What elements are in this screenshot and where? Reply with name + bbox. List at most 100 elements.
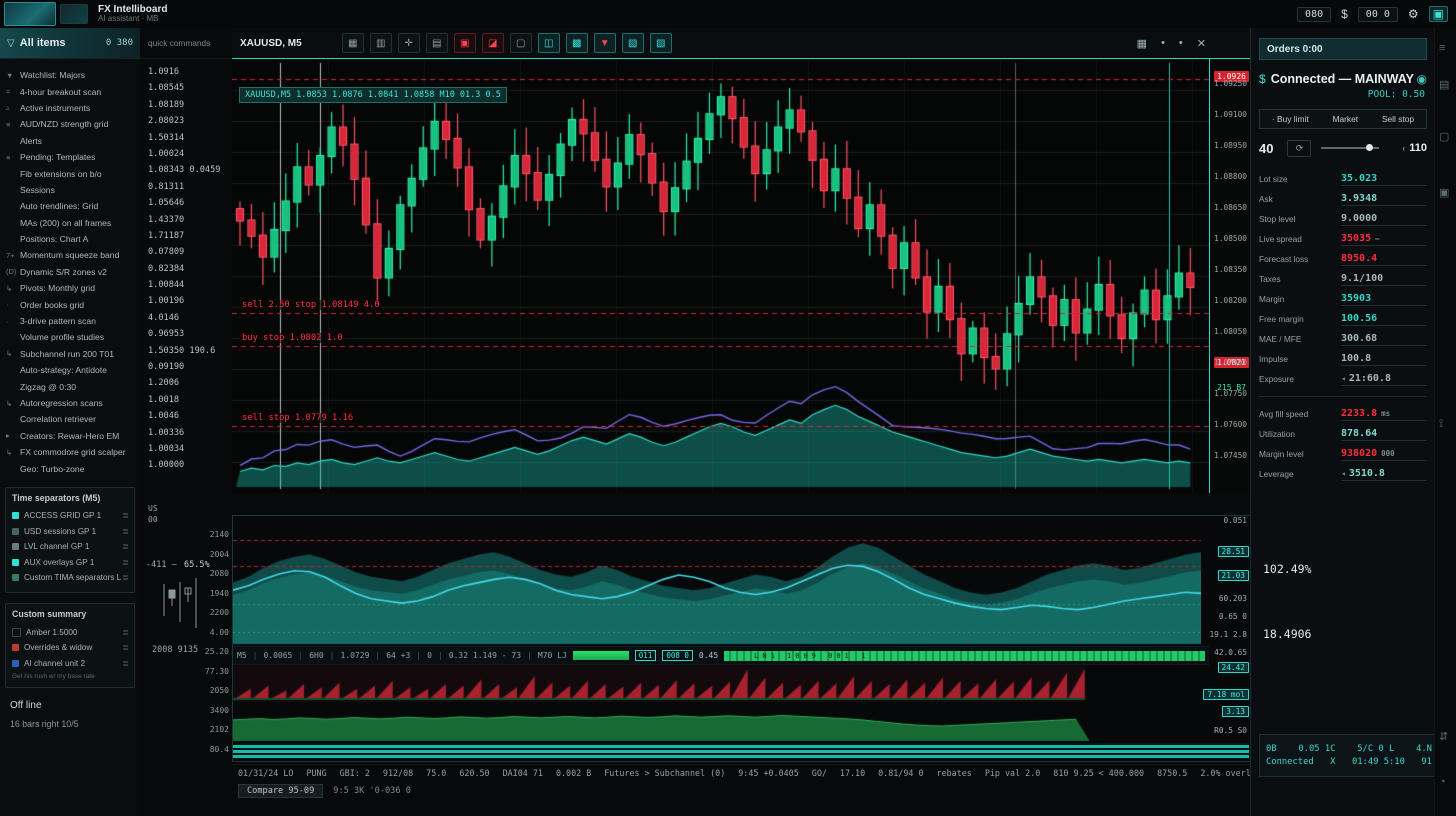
indicator-mesh-icon[interactable]: ▧ — [650, 33, 672, 53]
order-field-row[interactable]: Free margin100.56 — [1259, 309, 1427, 329]
sidebar-item[interactable]: Geo: Turbo-zone — [6, 460, 140, 476]
status-item[interactable]: GBI: 2 — [340, 768, 370, 778]
sidebar-item[interactable]: ·3-drive pattern scan — [6, 313, 140, 329]
limit-arrow-icon[interactable]: ‹ — [1402, 143, 1405, 153]
sidebar-item[interactable]: Auto-strategy: Antidote — [6, 362, 140, 378]
stack-icon[interactable]: ≣ — [122, 628, 129, 637]
order-panel-header[interactable]: Orders 0:00 — [1259, 38, 1427, 60]
history-icon[interactable]: ◔ — [1439, 776, 1446, 788]
status-item[interactable]: Pip val 2.0 — [985, 768, 1040, 778]
stack-icon[interactable]: ≣ — [122, 573, 129, 582]
order-type-option[interactable]: · Buy limit — [1272, 114, 1309, 124]
status-item[interactable]: 01/31/24 LO — [238, 768, 293, 778]
swap-icon[interactable]: ⇵ — [1439, 730, 1448, 743]
indicator-hatch-icon[interactable]: ▨ — [622, 33, 644, 53]
sidebar-item[interactable]: ≈4-hour breakout scan — [6, 83, 140, 99]
sidebar-item[interactable]: ↳Subchannel run 200 T01 — [6, 346, 140, 362]
order-type-option[interactable]: Sell stop — [1382, 114, 1414, 124]
status-item[interactable]: GO/ — [812, 768, 827, 778]
chart-preview-thumbnail[interactable] — [4, 2, 56, 26]
candlestick-canvas[interactable] — [232, 59, 1210, 493]
divider-icon[interactable]: ▢ — [510, 33, 532, 53]
order-field-row[interactable]: MAE / MFE300.68 — [1259, 329, 1427, 349]
info-icon[interactable]: ◉ — [1417, 72, 1427, 86]
status-item[interactable]: 8750.5 — [1157, 768, 1187, 778]
panel-item[interactable]: Custom TIMA separators L≣ — [12, 570, 129, 586]
sidebar-item[interactable]: ↳Autoregression scans — [6, 395, 140, 411]
sidebar-item[interactable]: ·Order books grid — [6, 296, 140, 312]
limit-value[interactable]: 110 — [1409, 142, 1427, 154]
order-field-row[interactable]: Impulse100.8 — [1259, 349, 1427, 369]
status-item[interactable]: DAI04 71 — [503, 768, 543, 778]
price-axis[interactable]: 1.0926 1.0821 215 B7 1.092501.091001.089… — [1209, 59, 1250, 493]
panel-item[interactable]: USD sessions GP 1≣ — [12, 523, 129, 539]
sidebar-item[interactable]: ↳Pivots: Monthly grid — [6, 280, 140, 296]
panel-top-icon[interactable]: ▤ — [1439, 78, 1449, 91]
panel-bottom-icon[interactable]: ▣ — [1439, 186, 1449, 199]
status-item[interactable]: 9:45 +0.0405 — [738, 768, 799, 778]
refresh-icon[interactable]: ⟳ — [1287, 140, 1311, 157]
order-field-row[interactable]: Lot size35.023 — [1259, 169, 1427, 189]
minimize-icon[interactable]: • — [1161, 37, 1165, 49]
order-field-row[interactable]: Ask3.9348 — [1259, 189, 1427, 209]
sidebar-item[interactable]: Positions: Chart A — [6, 231, 140, 247]
compare-chip[interactable]: Compare 95-09 — [238, 784, 323, 798]
order-type-option[interactable]: Market — [1333, 114, 1359, 124]
status-item[interactable]: 0.002 B — [556, 768, 591, 778]
order-line-label[interactable]: sell 2.50 stop 1.08149 4.0 — [240, 300, 382, 310]
status-item[interactable]: Futures > Subchannel (0) — [604, 768, 725, 778]
sidebar-item[interactable]: Zigzag @ 0:30 — [6, 378, 140, 394]
restore-icon[interactable]: • — [1179, 37, 1183, 49]
stack-icon[interactable]: ≣ — [122, 558, 129, 567]
menu-icon[interactable]: ≡ — [1439, 42, 1445, 54]
slider-knob[interactable] — [1366, 144, 1373, 151]
status-item[interactable]: 0.81/94 0 — [878, 768, 923, 778]
indicator-arrow-icon[interactable]: ▼ — [594, 33, 616, 53]
gear-icon[interactable]: ⚙ — [1408, 7, 1419, 21]
indicator-canvas[interactable] — [233, 516, 1201, 743]
panel-item[interactable]: ACCESS GRID GP 1≣ — [12, 508, 129, 524]
sidebar-item[interactable]: ▼Watchlist: Majors — [6, 67, 140, 83]
status-item[interactable]: 912/08 — [383, 768, 413, 778]
order-field-row[interactable]: Margin35903 — [1259, 289, 1427, 309]
stack-icon[interactable]: ≣ — [122, 659, 129, 668]
sidebar-item[interactable]: ▵Active instruments — [6, 100, 140, 116]
quantity-value[interactable]: 40 — [1259, 141, 1273, 156]
panel-item[interactable]: Amber 1.5000≣ — [12, 624, 129, 640]
panel-item[interactable]: Overrides & widow≣ — [12, 640, 129, 656]
sidebar-item[interactable]: Alerts — [6, 133, 140, 149]
order-field-row[interactable]: Stop level9.0000 — [1259, 209, 1427, 229]
sidebar-item[interactable]: ↳FX commodore grid scalper — [6, 444, 140, 460]
order-line-label[interactable]: sell stop 1.0779 1.16 — [240, 413, 355, 423]
sidebar-item[interactable]: (D)Dynamic S/R zones v2 — [6, 264, 140, 280]
sidebar-item[interactable]: Sessions — [6, 182, 140, 198]
chevron-left-icon[interactable]: ◂ — [1341, 374, 1346, 383]
order-field-row[interactable]: Exposure◂21:60.8 — [1259, 369, 1427, 389]
status-item[interactable]: 810 9.25 < 400.000 — [1053, 768, 1144, 778]
order-line-label[interactable]: buy stop 1.0802 1.0 — [240, 333, 345, 343]
order-field-row[interactable]: Leverage◂3510.8 — [1259, 464, 1427, 484]
stack-icon[interactable]: ≣ — [122, 542, 129, 551]
sidebar-item[interactable]: ≡AUD/NZD strength grid — [6, 116, 140, 132]
chart-type-icon[interactable]: ▥ — [370, 33, 392, 53]
template-icon[interactable]: ▤ — [426, 33, 448, 53]
order-field-row[interactable]: Margin level938020000 — [1259, 444, 1427, 464]
status-item[interactable]: 17.10 — [840, 768, 865, 778]
panel-mid-icon[interactable]: ▢ — [1439, 130, 1449, 143]
close-icon[interactable]: ✕ — [1197, 37, 1206, 50]
status-item[interactable]: 620.50 — [459, 768, 489, 778]
panel-layout-icon[interactable]: ▦ — [1137, 37, 1147, 50]
order-field-row[interactable]: Taxes9.1/100 — [1259, 269, 1427, 289]
order-field-row[interactable]: Utilization878.64 — [1259, 424, 1427, 444]
indicator-lines-icon[interactable]: ◫ — [538, 33, 560, 53]
sidebar-item[interactable]: MAs (200) on all frames — [6, 215, 140, 231]
order-field-row[interactable]: Live spread35035— — [1259, 229, 1427, 249]
status-item[interactable]: 75.0 — [426, 768, 446, 778]
sidebar-item[interactable]: ≡Pending: Templates — [6, 149, 140, 165]
chevron-left-icon[interactable]: ◂ — [1341, 469, 1346, 478]
counter-right[interactable]: 00 0 — [1358, 7, 1398, 22]
order-field-row[interactable]: Forecast loss8950.4 — [1259, 249, 1427, 269]
sidebar-item[interactable]: Auto trendlines: Grid — [6, 198, 140, 214]
status-item[interactable]: PUNG — [306, 768, 326, 778]
dollar-icon[interactable]: $ — [1341, 7, 1348, 21]
